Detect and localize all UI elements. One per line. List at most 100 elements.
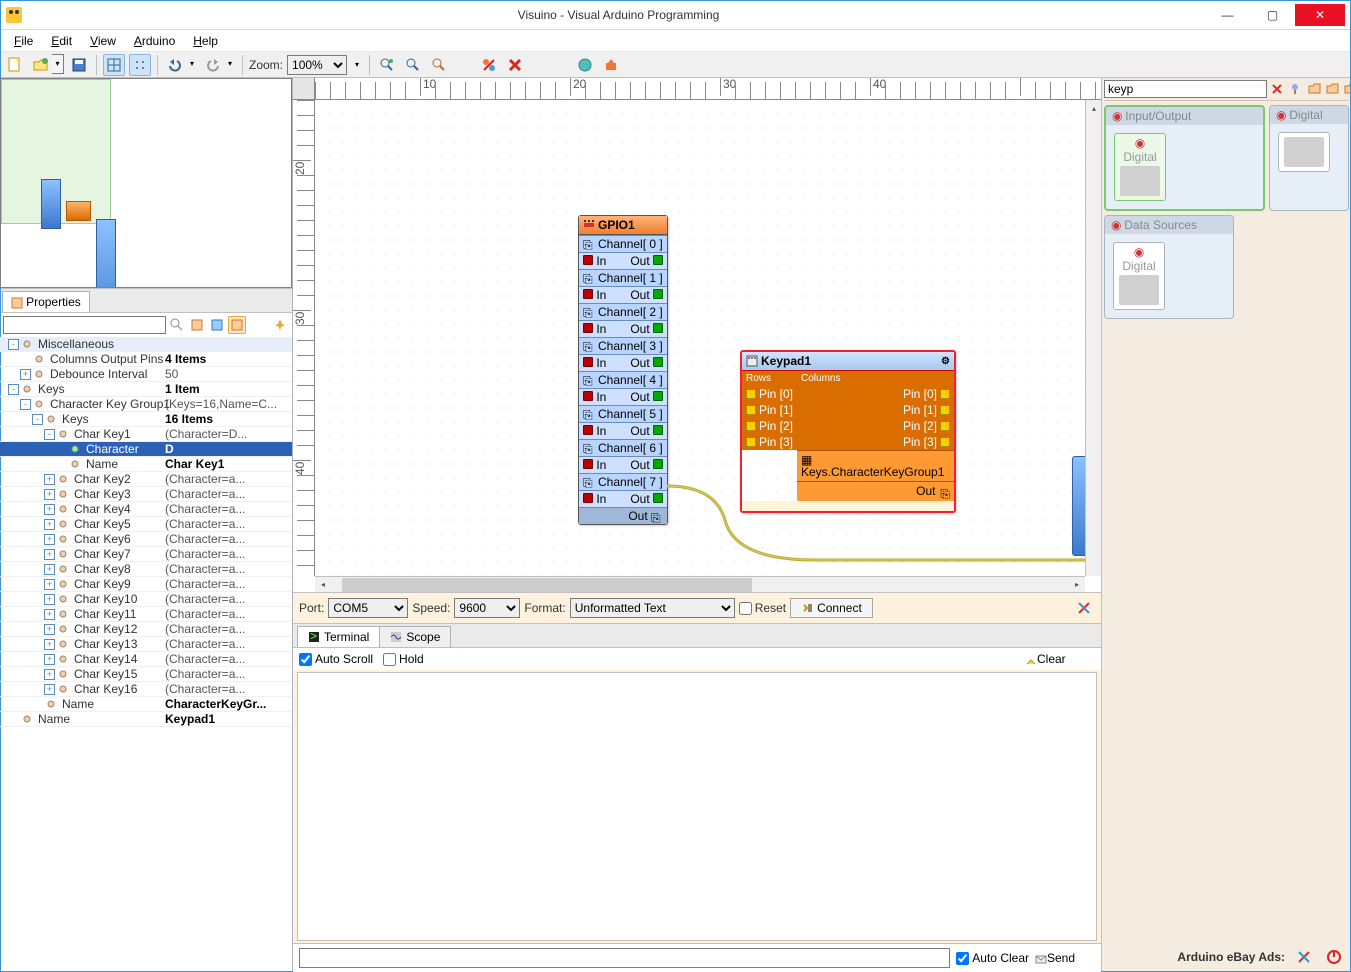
pin-icon[interactable] [746,421,756,431]
channel-header[interactable]: ⎘Channel[ 5 ] [579,405,667,422]
row-pin[interactable]: Pin [2] [742,418,797,434]
upload-button[interactable] [600,54,622,76]
design-canvas[interactable]: GPIO1 ⎘Channel[ 0 ] InOut ⎘Channel[ 1 ] … [315,100,1085,576]
power-icon[interactable] [1323,946,1345,968]
expander-icon[interactable]: - [8,384,19,395]
pin-icon[interactable] [271,316,289,334]
pin-out-icon[interactable] [653,391,663,401]
channel-io[interactable]: InOut [579,320,667,337]
expander-icon[interactable]: - [20,399,31,410]
pin-in-icon[interactable] [583,323,593,333]
property-row[interactable]: +Char Key9(Character=a... [0,577,292,592]
channel-header[interactable]: ⎘Channel[ 3 ] [579,337,667,354]
zoom-dropdown[interactable]: ▾ [351,55,363,75]
tab-properties[interactable]: Properties [2,291,90,312]
property-row[interactable]: +Char Key14(Character=a... [0,652,292,667]
col-pin[interactable]: Pin [2] [797,418,954,434]
property-row[interactable]: +Char Key7(Character=a... [0,547,292,562]
palette-item-digital-3[interactable]: ◉ Digital [1113,242,1165,310]
properties-tree[interactable]: -MiscellaneousColumns Output Pins4 Items… [0,337,292,972]
block-keypad1[interactable]: Keypad1 ⚙ Rows Pin [0]Pin [1]Pin [2]Pin … [740,350,956,513]
pin-out-icon[interactable] [653,357,663,367]
channel-io[interactable]: InOut [579,252,667,269]
zoom-fit-button[interactable] [376,54,398,76]
expander-icon[interactable]: + [44,534,55,545]
channel-io[interactable]: InOut [579,422,667,439]
close-button[interactable]: ✕ [1295,4,1345,26]
send-button[interactable]: Send [1035,951,1095,965]
pin-in-icon[interactable] [583,493,593,503]
properties-search[interactable] [3,316,166,334]
property-row[interactable]: +Char Key3(Character=a... [0,487,292,502]
overview-map[interactable] [0,78,292,288]
clear-button[interactable]: Clear [1025,652,1095,666]
menu-edit[interactable]: Edit [43,32,80,50]
property-row[interactable]: +Char Key4(Character=a... [0,502,292,517]
property-row[interactable]: -Character Key Group1(Keys=16,Name=C... [0,397,292,412]
pin-in-icon[interactable] [583,255,593,265]
pin-icon[interactable] [940,405,950,415]
minimize-button[interactable]: — [1205,4,1250,26]
undo-button[interactable] [164,54,186,76]
palette-group-digital[interactable]: ◉ Digital [1269,105,1349,211]
channel-header[interactable]: ⎘Channel[ 6 ] [579,439,667,456]
redo-button[interactable] [202,54,224,76]
expand-icon[interactable] [188,316,206,334]
pin-icon[interactable] [940,389,950,399]
channel-header[interactable]: ⎘Channel[ 2 ] [579,303,667,320]
pin-icon[interactable] [940,437,950,447]
expander-icon[interactable]: + [44,639,55,650]
col-pin[interactable]: Pin [0] [797,386,954,402]
property-row[interactable]: -Keys1 Item [0,382,292,397]
channel-io[interactable]: InOut [579,388,667,405]
expander-icon[interactable]: + [44,609,55,620]
palette-search[interactable] [1104,80,1267,98]
settings-icon[interactable] [1073,597,1095,619]
gear-icon[interactable]: ⚙ [941,356,950,367]
channel-io[interactable]: InOut [579,354,667,371]
grid-button[interactable] [103,54,125,76]
row-pin[interactable]: Pin [3] [742,434,797,450]
expander-icon[interactable]: + [44,504,55,515]
connect-button[interactable]: Connect [790,598,873,618]
folder-icon[interactable] [1307,81,1323,97]
property-row[interactable]: +Char Key13(Character=a... [0,637,292,652]
pin-in-icon[interactable] [583,357,593,367]
pin-in-icon[interactable] [583,289,593,299]
expander-icon[interactable]: + [44,624,55,635]
palette-item-digital[interactable]: ◉ Digital [1114,133,1166,201]
pin-out-icon[interactable] [653,289,663,299]
expander-icon[interactable]: + [44,564,55,575]
disconnect-button[interactable] [478,54,500,76]
row-pin[interactable]: Pin [1] [742,402,797,418]
channel-header[interactable]: ⎘Channel[ 7 ] [579,473,667,490]
pin-out-icon[interactable] [653,323,663,333]
save-button[interactable] [68,54,90,76]
property-row[interactable]: +Char Key10(Character=a... [0,592,292,607]
property-row[interactable]: +Char Key16(Character=a... [0,682,292,697]
property-row[interactable]: NameKeypad1 [0,712,292,727]
port-select[interactable]: COM5 [328,598,408,618]
zoom-select[interactable]: 100% [287,55,347,75]
tab-terminal[interactable]: >Terminal [297,626,380,647]
pin-out-icon[interactable] [653,493,663,503]
expander-icon[interactable]: + [44,519,55,530]
pin-in-icon[interactable] [583,425,593,435]
scrollbar-horizontal[interactable]: ◂ ▸ [315,576,1085,592]
block-gpio1[interactable]: GPIO1 ⎘Channel[ 0 ] InOut ⎘Channel[ 1 ] … [578,215,668,525]
filter-icon[interactable] [1287,81,1303,97]
autoscroll-checkbox[interactable]: Auto Scroll [299,652,373,666]
expander-icon[interactable]: + [44,474,55,485]
expander-icon[interactable]: + [44,549,55,560]
autoclear-checkbox[interactable]: Auto Clear [956,951,1029,965]
property-row[interactable]: NameCharacterKeyGr... [0,697,292,712]
palette-group-datasources[interactable]: ◉ Data Sources ◉ Digital [1104,215,1234,319]
send-input[interactable] [299,948,950,968]
pin-out-icon[interactable] [653,255,663,265]
pin-icon[interactable] [746,437,756,447]
col-pin[interactable]: Pin [1] [797,402,954,418]
property-row[interactable]: +Char Key12(Character=a... [0,622,292,637]
maximize-button[interactable]: ▢ [1250,4,1295,26]
property-row[interactable]: +Char Key15(Character=a... [0,667,292,682]
hold-checkbox[interactable]: Hold [383,652,424,666]
